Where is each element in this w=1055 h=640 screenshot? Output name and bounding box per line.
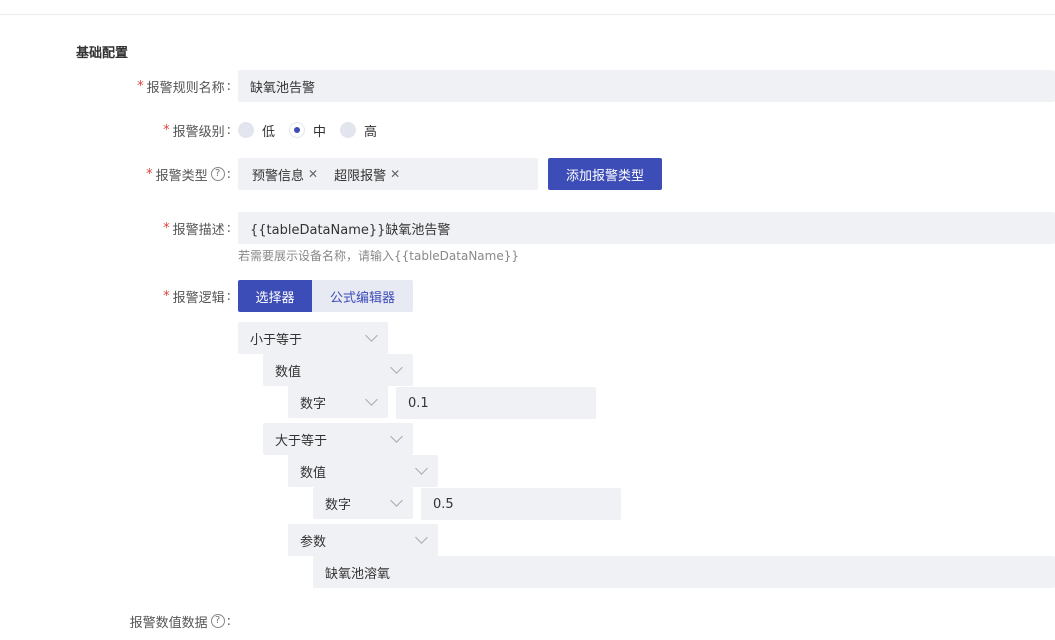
chevron-down-icon [365, 329, 378, 342]
tag-label: 超限报警 [334, 168, 387, 184]
radio-dot [238, 122, 254, 138]
value-data-label-text: 报警数值数据 [129, 615, 208, 631]
select-value: 数值 [275, 364, 302, 380]
description-hint: 若需要展示设备名称，请输入{{tableDataName}} [238, 249, 519, 263]
required-mark: * [163, 122, 170, 138]
value-type-select[interactable]: 数值 [263, 354, 413, 386]
required-mark: * [146, 166, 153, 182]
question-circle-icon[interactable]: ? [210, 167, 225, 181]
radio-medium[interactable]: 中 [289, 121, 326, 140]
add-alarm-type-button[interactable]: 添加报警类型 [548, 158, 662, 190]
tab-selector[interactable]: 选择器 [238, 280, 312, 312]
radio-low-label: 低 [262, 124, 276, 140]
name-label: * 报警规则名称: [137, 78, 231, 96]
required-mark: * [163, 288, 170, 304]
select-value: 数字 [300, 396, 327, 412]
chevron-down-icon [390, 361, 403, 374]
chevron-down-icon [390, 430, 403, 443]
tag-item: 超限报警 ✕ [326, 165, 408, 184]
param-type-select[interactable]: 参数 [288, 524, 438, 556]
level-label: * 报警级别: [163, 122, 231, 140]
close-icon[interactable]: ✕ [308, 167, 318, 181]
value-data-label: 报警数值数据 ?: [129, 613, 231, 631]
logic-label: * 报警逻辑: [163, 288, 231, 306]
radio-dot-checked [289, 122, 306, 138]
rule-name-input[interactable]: 缺氧池告警 [238, 70, 1055, 102]
select-value: 数值 [300, 465, 327, 481]
required-mark: * [137, 78, 144, 94]
number-input[interactable]: 0.5 [421, 488, 621, 520]
chevron-down-icon [390, 494, 403, 507]
section-title: 基础配置 [76, 46, 129, 61]
level-radio-group: 低 中 高 [238, 114, 391, 146]
type-tags-input[interactable]: 预警信息 ✕ 超限报警 ✕ [238, 158, 538, 190]
value-kind-select[interactable]: 数字 [288, 386, 388, 418]
description-label-text: 报警描述 [172, 222, 225, 238]
radio-high-label: 高 [364, 124, 378, 140]
value-type-select[interactable]: 数值 [288, 455, 438, 487]
radio-dot [340, 122, 357, 138]
radio-high[interactable]: 高 [340, 121, 377, 140]
operator-select[interactable]: 小于等于 [238, 322, 388, 354]
close-icon[interactable]: ✕ [390, 167, 400, 181]
logic-mode-toggle: 选择器 公式编辑器 [238, 280, 413, 312]
name-label-text: 报警规则名称 [146, 80, 225, 96]
chevron-down-icon [415, 531, 428, 544]
select-value: 小于等于 [250, 332, 303, 348]
description-label: * 报警描述: [163, 220, 231, 238]
tab-formula-editor[interactable]: 公式编辑器 [312, 280, 413, 312]
select-value: 大于等于 [275, 433, 328, 449]
chevron-down-icon [415, 462, 428, 475]
radio-low[interactable]: 低 [238, 121, 275, 140]
number-input[interactable]: 0.1 [396, 387, 596, 419]
operator-select[interactable]: 大于等于 [263, 423, 413, 455]
description-input[interactable]: {{tableDataName}}缺氧池告警 [238, 212, 1055, 244]
level-label-text: 报警级别 [172, 124, 225, 140]
tag-label: 预警信息 [252, 168, 305, 184]
top-divider [0, 14, 1055, 15]
type-label: * 报警类型 ?: [146, 166, 231, 184]
tag-item: 预警信息 ✕ [244, 165, 326, 184]
param-value-input[interactable]: 缺氧池溶氧 [313, 556, 1055, 588]
value-kind-select[interactable]: 数字 [313, 487, 413, 519]
type-label-text: 报警类型 [155, 168, 208, 184]
question-circle-icon[interactable]: ? [210, 614, 225, 628]
select-value: 数字 [325, 497, 352, 513]
chevron-down-icon [365, 393, 378, 406]
logic-label-text: 报警逻辑 [172, 290, 225, 306]
radio-medium-label: 中 [313, 124, 327, 140]
select-value: 参数 [300, 534, 327, 550]
required-mark: * [163, 220, 170, 236]
